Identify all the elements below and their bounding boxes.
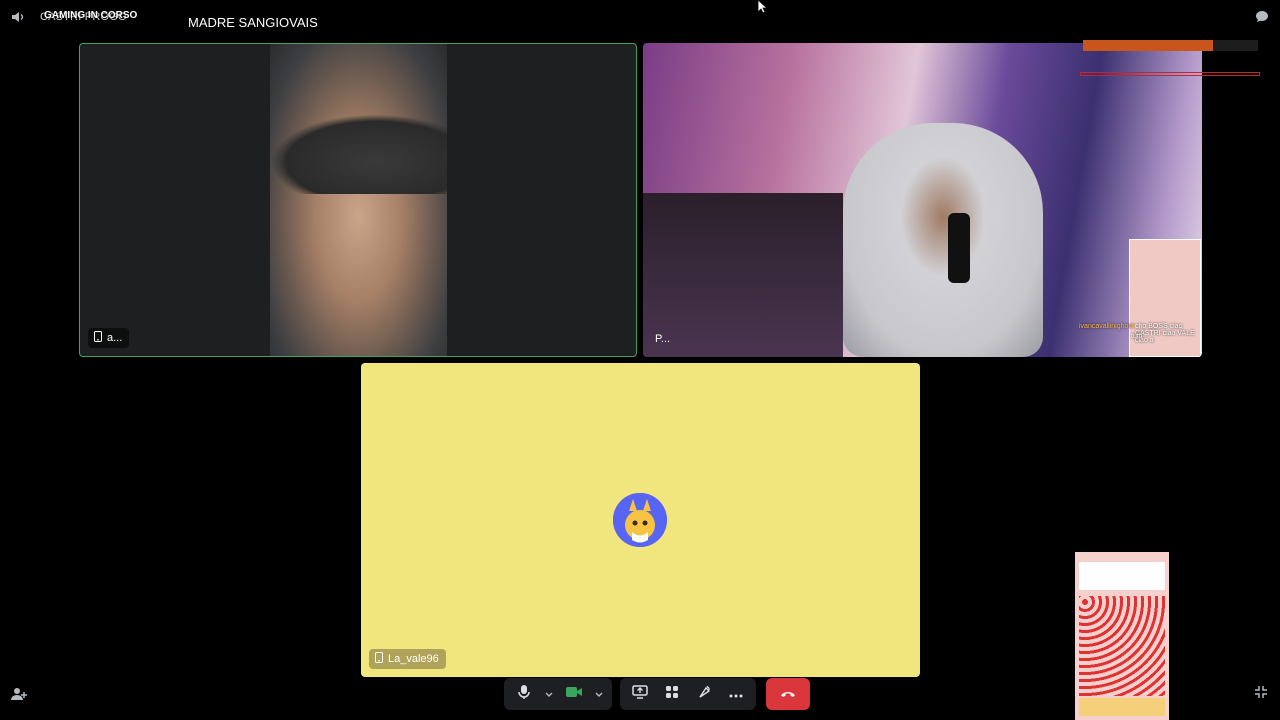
mouse-cursor-icon bbox=[757, 0, 769, 19]
chevron-down-icon bbox=[595, 685, 603, 703]
soundboard-icon bbox=[697, 685, 711, 704]
lottery-footer bbox=[1079, 698, 1165, 716]
stream-chat-line: cho BOSS ciao CASTRI ciao VALE ciao a bbox=[1135, 323, 1195, 344]
stream-overlay-subtitle: MADRE SANGIOVAIS bbox=[188, 15, 318, 30]
participant-name-tag: a... bbox=[88, 328, 130, 348]
activities-button[interactable] bbox=[658, 680, 686, 708]
mobile-phone-icon bbox=[94, 331, 102, 345]
screen-share-button[interactable] bbox=[626, 680, 654, 708]
video-tile-participant-a[interactable]: a... bbox=[79, 43, 637, 357]
stream-lottery-overlay bbox=[1075, 552, 1169, 720]
stream-chat-line: ivancavallinighost bbox=[1079, 323, 1134, 330]
video-tile-participant-la-vale96[interactable]: La_vale96 bbox=[361, 363, 920, 677]
participant-avatar bbox=[613, 493, 667, 547]
video-camera-icon bbox=[566, 685, 582, 703]
participant-video-feed bbox=[270, 44, 447, 356]
lottery-grid bbox=[1079, 596, 1165, 696]
activities-icon bbox=[665, 685, 679, 704]
stream-progress-fill bbox=[1083, 40, 1213, 51]
participant-name: La_vale96 bbox=[388, 653, 439, 665]
stream-overlay-title: GAMING IN CORSO bbox=[44, 10, 138, 21]
microphone-group bbox=[504, 678, 612, 710]
video-tile-participant-p[interactable]: ivancavallinighost cho BOSS ciao CASTRI … bbox=[643, 43, 1202, 357]
participant-name-tag: La_vale96 bbox=[369, 649, 446, 669]
mobile-phone-icon bbox=[375, 652, 383, 666]
participant-video-shade bbox=[270, 114, 447, 194]
call-controls bbox=[504, 678, 810, 710]
participant-name: P... bbox=[655, 333, 671, 345]
soundboard-button[interactable] bbox=[690, 680, 718, 708]
disconnect-button[interactable] bbox=[766, 678, 810, 710]
streamer-microphone bbox=[948, 213, 970, 283]
microphone-button[interactable] bbox=[510, 680, 538, 708]
exit-fullscreen-icon[interactable] bbox=[1254, 685, 1268, 704]
lottery-header bbox=[1079, 562, 1165, 590]
camera-options-button[interactable] bbox=[592, 680, 606, 708]
volume-icon[interactable] bbox=[10, 9, 26, 25]
actions-group bbox=[620, 678, 756, 710]
stream-progress-bar bbox=[1083, 40, 1258, 51]
stream-overlay-line bbox=[1080, 72, 1260, 76]
stream-chat-line: tutti bbox=[1131, 333, 1143, 340]
participant-video-feed bbox=[843, 123, 1043, 357]
chat-bubble-icon[interactable] bbox=[1254, 9, 1270, 25]
more-options-icon bbox=[729, 685, 743, 703]
phone-hangup-icon bbox=[780, 685, 796, 703]
camera-button[interactable] bbox=[560, 680, 588, 708]
screen-share-icon bbox=[632, 684, 648, 704]
microphone-icon bbox=[517, 684, 531, 705]
more-options-button[interactable] bbox=[722, 680, 750, 708]
add-user-icon[interactable] bbox=[11, 686, 27, 707]
chevron-down-icon bbox=[545, 685, 553, 703]
microphone-options-button[interactable] bbox=[542, 680, 556, 708]
participant-name: a... bbox=[107, 332, 123, 344]
participant-name-tag: P... bbox=[649, 329, 677, 349]
